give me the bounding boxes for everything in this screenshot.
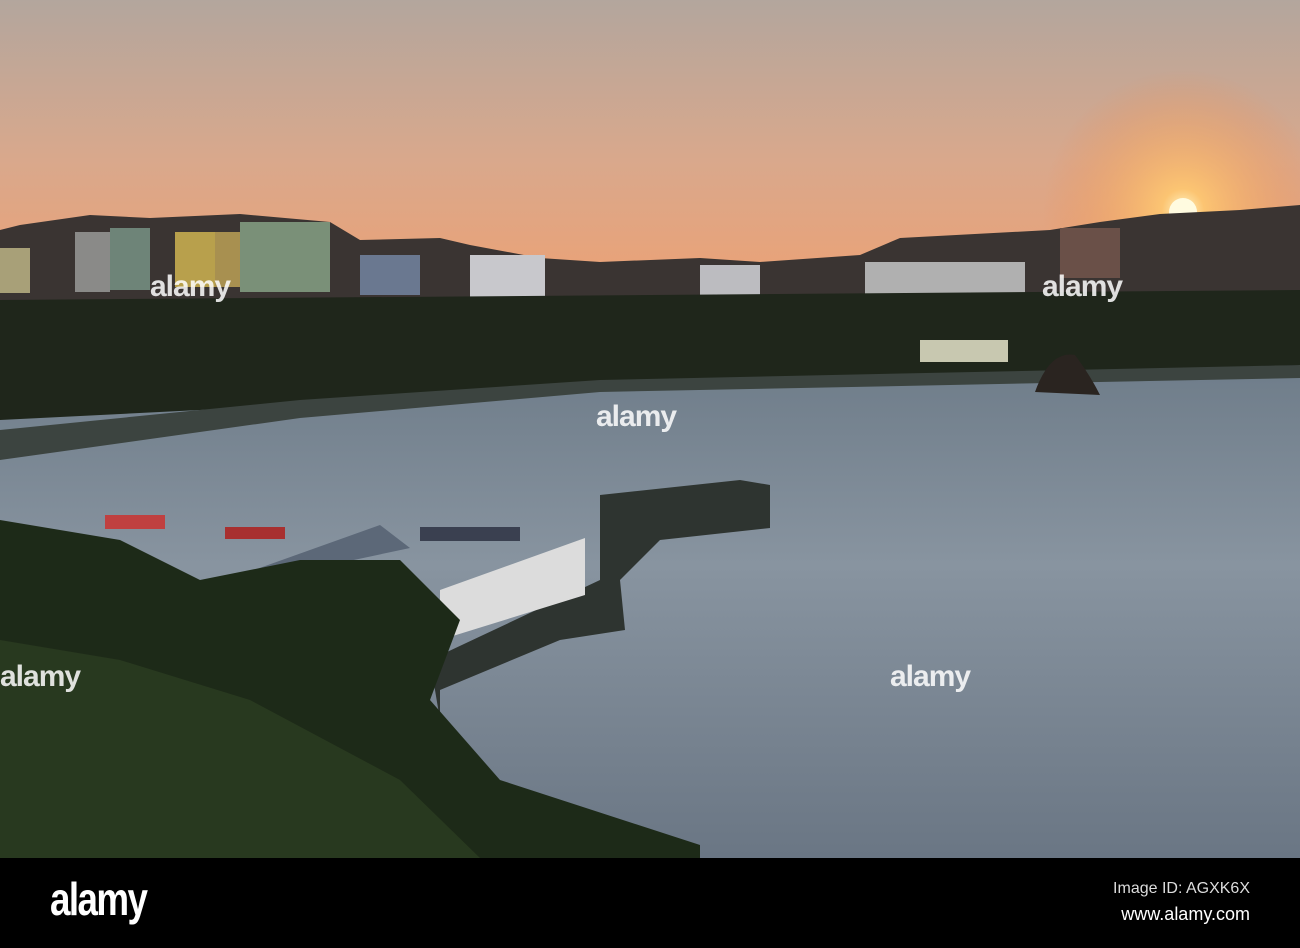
site-url: www.alamy.com: [1121, 904, 1250, 924]
watermark: alamy: [150, 270, 231, 303]
watermark: alamy: [1042, 270, 1123, 303]
watermark: alamy: [0, 660, 81, 693]
watermark: alamy: [890, 660, 971, 693]
footer-bar: alamy Image ID: AGXK6X www.alamy.com: [0, 858, 1300, 948]
watermark: alamy: [596, 400, 677, 433]
beach-building: [920, 340, 1008, 362]
alamy-logo: alamy: [50, 873, 148, 925]
stock-photo: alamy alamy alamy alamy alamy alamy Imag…: [0, 0, 1300, 948]
image-id: Image ID: AGXK6X: [1113, 880, 1250, 897]
